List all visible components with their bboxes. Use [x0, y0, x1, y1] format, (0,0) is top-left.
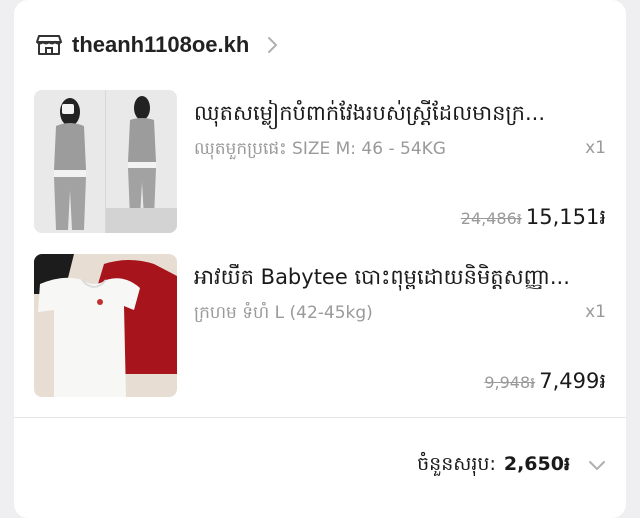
shop-header[interactable]: theanh1108oe.kh	[36, 30, 279, 60]
store-icon	[36, 35, 62, 55]
order-card: theanh1108oe.kh ឈុតសម្លៀកបំពាក់វែងរបស់ស្…	[14, 0, 626, 518]
chevron-right-icon	[268, 37, 278, 53]
divider	[14, 417, 626, 418]
original-price: 9,948៛	[484, 373, 536, 392]
total-value: 2,650៛	[503, 453, 570, 475]
sale-price: 15,151៛	[525, 205, 606, 229]
product-variant: ឈុតមួកប្រផេះ SIZE M: 46 - 54KG	[194, 139, 446, 159]
order-item[interactable]: អាវយឺត Babytee បោះពុម្ពដោយនិមិត្តសញ្ញា..…	[34, 254, 606, 400]
product-title: ឈុតសម្លៀកបំពាក់វែងរបស់ស្ត្រីដែលមានក្រ...	[194, 101, 546, 125]
total-label: ចំនួនសរុប:	[417, 453, 496, 475]
sale-price: 7,499៛	[539, 369, 606, 393]
shop-name: theanh1108oe.kh	[72, 32, 250, 57]
order-item[interactable]: ឈុតសម្លៀកបំពាក់វែងរបស់ស្ត្រីដែលមានក្រ...…	[34, 90, 606, 236]
product-quantity: x1	[585, 138, 606, 158]
original-price: 24,486៛	[460, 209, 522, 228]
product-variant: ក្រហម ទំហំ L (42-45kg)	[194, 303, 373, 323]
chevron-down-icon[interactable]	[588, 460, 606, 472]
product-image	[34, 254, 177, 397]
product-image	[34, 90, 177, 233]
order-total: ចំនួនសរុប: 2,650៛	[417, 452, 606, 480]
price-row: 24,486៛ 15,151៛	[461, 204, 606, 235]
product-title: អាវយឺត Babytee បោះពុម្ពដោយនិមិត្តសញ្ញា..…	[194, 265, 570, 289]
price-row: 9,948៛ 7,499៛	[484, 368, 606, 399]
product-quantity: x1	[585, 302, 606, 322]
